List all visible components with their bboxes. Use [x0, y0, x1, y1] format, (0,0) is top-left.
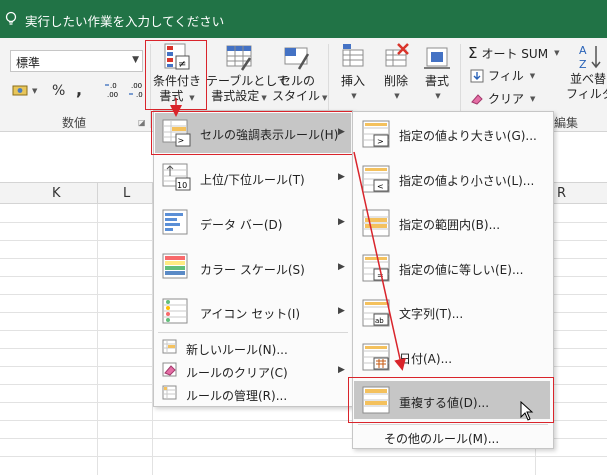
callout-arrows: [170, 98, 406, 371]
